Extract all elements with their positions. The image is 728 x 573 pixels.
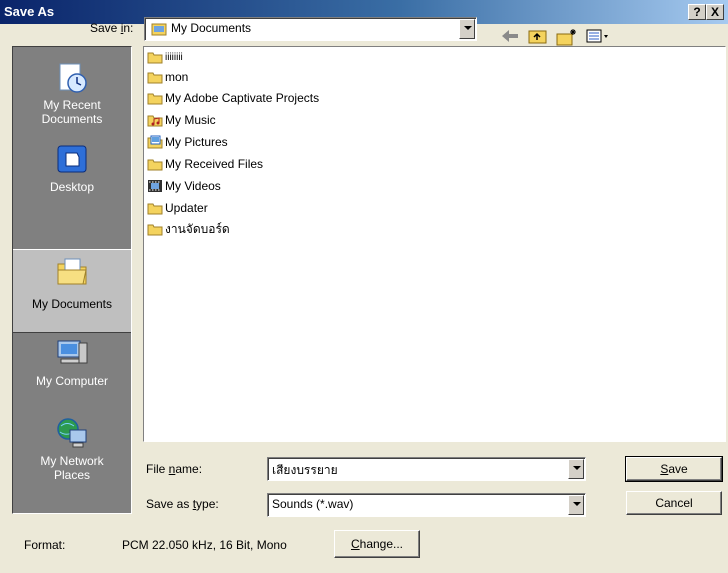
list-item[interactable]: iiiiiiii — [147, 48, 183, 66]
music-folder-icon — [147, 113, 163, 127]
view-menu-icon[interactable] — [586, 28, 610, 47]
place-my-documents-label: My Documents — [31, 297, 113, 311]
list-item[interactable]: งานจัดบอร์ด — [147, 220, 230, 238]
save-type-select[interactable]: Sounds (*.wav) — [267, 493, 586, 517]
place-my-documents[interactable]: My Documents — [13, 249, 131, 333]
my-documents-small-icon — [151, 22, 167, 39]
place-my-computer-label: My Computer — [35, 374, 109, 388]
file-name-field[interactable]: เสียงบรรยาย — [267, 457, 586, 481]
file-name: My Music — [165, 113, 216, 127]
network-places-icon — [13, 417, 131, 454]
folder-icon — [147, 201, 163, 215]
close-button[interactable]: X — [706, 4, 724, 20]
place-recent-label-2: Documents — [41, 112, 103, 126]
place-desktop-label: Desktop — [49, 180, 95, 194]
file-name: My Adobe Captivate Projects — [165, 91, 320, 105]
file-name-dropdown-button[interactable] — [568, 459, 584, 479]
my-documents-icon — [13, 254, 131, 291]
change-button[interactable]: Change... — [334, 530, 420, 558]
list-item[interactable]: My Received Files — [147, 155, 263, 173]
help-button[interactable]: ? — [688, 4, 706, 20]
places-bar: My Recent Documents Desktop My Documents… — [12, 46, 132, 514]
save-type-dropdown-button[interactable] — [568, 495, 584, 515]
place-my-computer[interactable]: My Computer — [13, 337, 131, 403]
back-arrow-icon[interactable] — [500, 28, 520, 47]
file-name: mon — [165, 70, 189, 84]
file-name: งานจัดบอร์ด — [165, 221, 230, 236]
file-list[interactable]: iiiiiiii mon My Adobe Captivate Projects… — [143, 46, 726, 442]
file-name: My Received Files — [165, 157, 264, 171]
file-name: iiiiiiii — [165, 51, 183, 63]
place-desktop[interactable]: Desktop — [13, 143, 131, 223]
cancel-button[interactable]: Cancel — [626, 491, 722, 515]
save-in-label: Save in: — [90, 21, 134, 35]
folder-icon — [147, 70, 163, 84]
save-in-dropdown-button[interactable] — [459, 19, 475, 39]
pictures-folder-icon — [147, 135, 163, 149]
desktop-icon — [13, 143, 131, 180]
videos-folder-icon — [147, 179, 163, 193]
save-in-combo[interactable]: My Documents — [144, 17, 477, 41]
file-name: My Videos — [165, 179, 221, 193]
place-recent-label-1: My Recent — [43, 98, 101, 112]
window-title: Save As — [4, 4, 55, 19]
folder-icon — [147, 222, 163, 236]
recent-documents-icon — [13, 61, 131, 98]
save-in-value: My Documents — [171, 21, 252, 35]
folder-icon — [147, 157, 163, 171]
my-computer-icon — [13, 337, 131, 374]
save-type-value: Sounds (*.wav) — [272, 497, 354, 511]
save-button[interactable]: Save — [625, 456, 723, 482]
up-folder-icon[interactable] — [528, 28, 548, 47]
place-network-label-1: My Network — [40, 454, 104, 468]
list-item[interactable]: My Videos — [147, 177, 221, 195]
list-item[interactable]: mon — [147, 68, 188, 86]
list-item[interactable]: Updater — [147, 199, 208, 217]
file-name-label: File name: — [146, 462, 203, 476]
list-item[interactable]: My Adobe Captivate Projects — [147, 89, 319, 107]
list-item[interactable]: My Pictures — [147, 133, 228, 151]
file-name-value: เสียงบรรยาย — [272, 463, 338, 477]
list-item[interactable]: My Music — [147, 111, 216, 129]
save-type-label: Save as type: — [146, 497, 219, 511]
file-name: Updater — [165, 201, 208, 215]
folder-icon — [147, 91, 163, 105]
place-network-label-2: Places — [53, 468, 91, 482]
format-value: PCM 22.050 kHz, 16 Bit, Mono — [122, 538, 287, 552]
file-name: My Pictures — [165, 135, 228, 149]
folder-icon — [147, 50, 163, 64]
place-network-places[interactable]: My Network Places — [13, 417, 131, 507]
format-label: Format: — [24, 538, 66, 552]
place-recent-documents[interactable]: My Recent Documents — [13, 61, 131, 131]
